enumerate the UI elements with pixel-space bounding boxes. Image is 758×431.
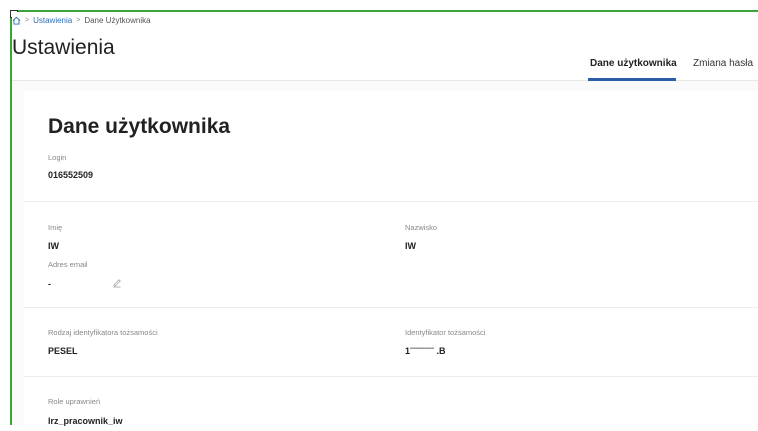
first-name-label: Imię — [48, 223, 63, 232]
page-header: > Ustawienia > Dane Użytkownika Ustawien… — [12, 12, 758, 81]
email-value: - — [48, 279, 51, 289]
breadcrumb: > Ustawienia > Dane Użytkownika — [12, 16, 151, 25]
divider — [24, 307, 758, 308]
roles-label: Role uprawnień — [48, 397, 101, 406]
login-label: Login — [48, 153, 67, 162]
edit-email-icon[interactable] — [112, 278, 122, 288]
divider — [24, 376, 758, 377]
breadcrumb-separator: > — [25, 17, 30, 24]
main-content: Dane użytkownika Login 016552509 Imię IW… — [12, 81, 758, 431]
breadcrumb-current: Dane Użytkownika — [84, 16, 151, 25]
home-icon[interactable] — [12, 16, 21, 25]
breadcrumb-link-ustawienia[interactable]: Ustawienia — [33, 16, 72, 25]
breadcrumb-separator: > — [76, 17, 81, 24]
id-value: 1ˉˉˉˉˉˉˉˉ .B — [405, 346, 446, 356]
page-title: Ustawienia — [12, 36, 115, 59]
tab-dane-uzytkownika[interactable]: Dane użytkownika — [590, 58, 677, 69]
tab-zmiana-hasla[interactable]: Zmiana hasła — [693, 58, 753, 69]
id-type-value: PESEL — [48, 346, 78, 356]
section-title: Dane użytkownika — [48, 115, 231, 138]
id-type-label: Rodzaj identyfikatora tożsamości — [48, 328, 158, 337]
id-label: Identyfikator tożsamości — [405, 328, 486, 337]
last-name-label: Nazwisko — [405, 223, 438, 232]
email-label: Adres email — [48, 260, 88, 269]
last-name-value: IW — [405, 241, 416, 251]
divider — [24, 201, 758, 202]
first-name-value: IW — [48, 241, 59, 251]
user-data-card: Dane użytkownika Login 016552509 Imię IW… — [24, 91, 758, 431]
login-value: 016552509 — [48, 170, 94, 180]
